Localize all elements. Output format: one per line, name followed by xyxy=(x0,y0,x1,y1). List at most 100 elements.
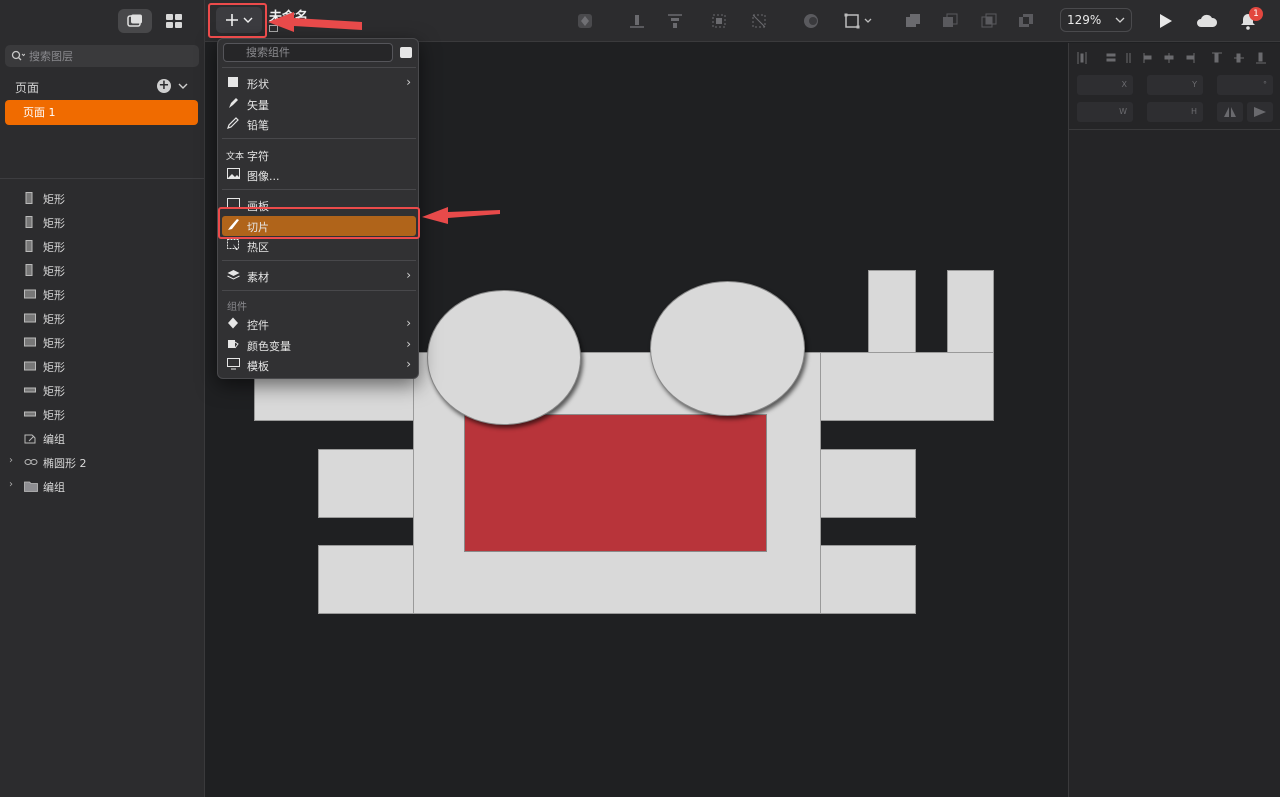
menu-item-shape[interactable]: 形状 › xyxy=(222,73,416,93)
canvas-rect[interactable] xyxy=(318,449,414,518)
layer-item[interactable]: 矩形 xyxy=(0,186,204,210)
cloud-icon[interactable] xyxy=(1195,11,1219,31)
canvas-rect[interactable] xyxy=(868,270,916,353)
canvas-rect[interactable] xyxy=(820,449,916,518)
flip-vertical-button[interactable] xyxy=(1247,102,1273,122)
layer-label: 矩形 xyxy=(43,193,65,206)
canvas-rect[interactable] xyxy=(947,270,994,353)
top-toolbar: 未命名 129% xyxy=(205,0,1280,42)
canvas-ellipse-right[interactable] xyxy=(650,281,805,416)
menu-item-controls[interactable]: 控件 › xyxy=(222,314,416,334)
difference-icon[interactable] xyxy=(1016,11,1036,31)
layers-panel-icon xyxy=(127,14,142,27)
layer-label: 矩形 xyxy=(43,265,65,278)
layer-item[interactable]: 矩形 xyxy=(0,354,204,378)
layer-item[interactable]: 矩形 xyxy=(0,378,204,402)
pencil-icon xyxy=(227,117,239,129)
canvas-rect[interactable] xyxy=(318,545,414,614)
canvas-red-rect[interactable] xyxy=(464,414,767,552)
component-icon[interactable] xyxy=(575,11,595,31)
subtract-icon[interactable] xyxy=(940,11,960,31)
flip-vertical-icon xyxy=(1254,107,1266,117)
menu-item-label: 矢量 xyxy=(247,99,269,112)
menu-separator xyxy=(222,67,416,68)
chevron-down-icon xyxy=(1115,17,1125,23)
chevron-down-icon[interactable] xyxy=(178,79,188,93)
canvas-rect[interactable] xyxy=(820,545,916,614)
frame-icon[interactable] xyxy=(709,11,729,31)
menu-item-image[interactable]: 图像... xyxy=(222,165,416,185)
layers-tab[interactable] xyxy=(118,9,152,33)
notification-badge: 1 xyxy=(1249,7,1263,21)
add-page-button[interactable]: + xyxy=(157,79,171,93)
rect-thin-icon xyxy=(24,387,36,393)
canvas-rect[interactable] xyxy=(820,352,994,421)
page-item-1[interactable]: 页面 1 xyxy=(5,100,198,125)
menu-item-label: 铅笔 xyxy=(247,119,269,132)
diamond-icon xyxy=(228,317,238,329)
chevron-right-icon: › xyxy=(406,357,411,371)
menu-section-components: 组件 xyxy=(227,302,247,313)
y-field[interactable]: Y xyxy=(1147,75,1203,95)
intersect-icon[interactable] xyxy=(979,11,999,31)
layer-label: 椭圆形 2 xyxy=(43,457,87,470)
layer-item[interactable]: 矩形 xyxy=(0,210,204,234)
open-external-icon[interactable] xyxy=(400,47,412,58)
menu-item-hotspot[interactable]: 热区 xyxy=(222,236,416,256)
rect-thin-icon xyxy=(24,411,36,417)
layer-search-input[interactable]: 搜索图层 xyxy=(5,45,199,67)
layer-label: 矩形 xyxy=(43,289,65,302)
rect-icon xyxy=(24,289,36,299)
layer-item[interactable]: 矩形 xyxy=(0,234,204,258)
square-icon xyxy=(228,77,238,87)
distribute-icon[interactable] xyxy=(665,11,685,31)
expand-caret-icon[interactable]: › xyxy=(9,455,13,466)
width-field[interactable]: W xyxy=(1077,102,1133,122)
menu-item-label: 热区 xyxy=(247,241,269,254)
menu-item-pencil[interactable]: 铅笔 xyxy=(222,114,416,134)
rect-vertical-icon xyxy=(25,240,33,252)
layer-label: 编组 xyxy=(43,481,65,494)
align-bottom-icon[interactable] xyxy=(627,11,647,31)
menu-separator xyxy=(222,290,416,291)
layer-item[interactable]: 矩形 xyxy=(0,402,204,426)
component-search-input[interactable]: 搜索组件 xyxy=(223,43,393,62)
menu-item-label: 模板 xyxy=(247,360,269,373)
inspector-divider xyxy=(1069,129,1280,130)
rect-icon xyxy=(24,361,36,371)
menu-item-templates[interactable]: 模板 › xyxy=(222,355,416,375)
union-icon[interactable] xyxy=(903,11,923,31)
zoom-select[interactable]: 129% xyxy=(1060,8,1132,32)
layer-label: 矩形 xyxy=(43,361,65,374)
layer-item[interactable]: › 椭圆形 2 xyxy=(0,450,204,474)
layer-item[interactable]: 编组 xyxy=(0,426,204,450)
menu-item-label: 颜色变量 xyxy=(247,340,291,353)
alignment-toolbar-icons[interactable] xyxy=(1077,51,1273,65)
rotation-field[interactable]: ° xyxy=(1217,75,1273,95)
components-tab[interactable] xyxy=(157,9,191,33)
layer-item[interactable]: 矩形 xyxy=(0,330,204,354)
transform-dropdown[interactable] xyxy=(841,11,875,31)
menu-item-label: 图像... xyxy=(247,170,280,183)
x-field[interactable]: X xyxy=(1077,75,1133,95)
height-field[interactable]: H xyxy=(1147,102,1203,122)
play-icon[interactable] xyxy=(1155,11,1175,31)
ungroup-icon[interactable] xyxy=(749,11,769,31)
layer-label: 矩形 xyxy=(43,313,65,326)
menu-item-vector[interactable]: 矢量 xyxy=(222,94,416,114)
menu-item-color-variables[interactable]: 颜色变量 › xyxy=(222,335,416,355)
canvas-ellipse-left[interactable] xyxy=(427,290,581,425)
layer-label: 矩形 xyxy=(43,217,65,230)
rect-vertical-icon xyxy=(25,216,33,228)
mask-icon[interactable] xyxy=(801,11,821,31)
layer-item[interactable]: 矩形 xyxy=(0,306,204,330)
text-icon: 文本 xyxy=(226,152,245,162)
flip-horizontal-button[interactable] xyxy=(1217,102,1243,122)
layer-item[interactable]: 矩形 xyxy=(0,258,204,282)
menu-item-assets[interactable]: 素材 › xyxy=(222,266,416,286)
layer-item[interactable]: › 编组 xyxy=(0,474,204,498)
expand-caret-icon[interactable]: › xyxy=(9,479,13,490)
layer-item[interactable]: 矩形 xyxy=(0,282,204,306)
chevron-right-icon: › xyxy=(406,316,411,330)
menu-item-text[interactable]: 文本 字符 xyxy=(222,145,416,165)
